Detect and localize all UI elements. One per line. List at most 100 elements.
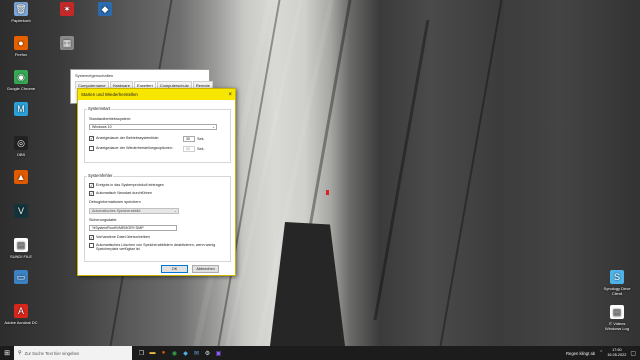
clock-date: 15.05.2022 [607, 353, 627, 357]
default-os-label: Standardbetriebssystem: [89, 117, 131, 121]
climber [326, 190, 329, 195]
pinned-apps: ❐ ▬ ● ◉ ◆ ✉ ⚙ ▣ [136, 346, 224, 360]
default-os-select[interactable]: Windows 10 ⌄ [89, 124, 217, 130]
desktop-shortcut[interactable]: ◉ Google Chrome [4, 70, 38, 91]
shortcut-label: Synology Drive Client [603, 286, 631, 296]
cancel-button[interactable]: Abbrechen [192, 265, 219, 273]
desktop-shortcut[interactable]: ▤ IT Videos Windows Log [600, 305, 634, 331]
app-window-icon: ▭ [14, 270, 28, 284]
chevron-down-icon: ⌄ [173, 209, 177, 213]
dump-file-input[interactable]: %SystemRoot%\MEMORY.DMP [89, 225, 177, 231]
recycle-bin-icon: 🗑 [14, 2, 28, 16]
disable-auto-delete-label: Automatisches Löschen von Speicherabbild… [96, 243, 216, 252]
start-button[interactable]: ⊞ [0, 346, 14, 360]
clock[interactable]: 17:50 15.05.2022 [607, 348, 626, 357]
desktop-shortcut[interactable]: V [4, 204, 38, 220]
chevron-down-icon: ⌄ [211, 125, 215, 129]
desktop-shortcut[interactable]: A Adobe Acrobat DC [4, 304, 38, 325]
ok-button[interactable]: OK [161, 265, 188, 273]
default-os-value: Windows 10 [92, 125, 112, 129]
overwrite-label: Vorhandene Datei überschreiben [96, 235, 150, 239]
chrome-icon[interactable]: ◉ [169, 346, 180, 360]
synology-drive-icon: S [610, 270, 624, 284]
show-os-list-seconds[interactable]: 30 [183, 136, 195, 142]
debug-select[interactable]: Automatisches Speicherabbild ⌄ [89, 208, 179, 214]
checkbox-box[interactable] [89, 243, 94, 248]
auto-restart-label: Automatisch Neustart durchführen [96, 191, 152, 195]
close-icon[interactable]: × [228, 92, 232, 98]
dialog-titlebar: Starten und Wiederherstellen × [78, 89, 235, 100]
desktop-shortcut[interactable]: M [4, 102, 38, 118]
task-view-icon[interactable]: ❐ [136, 346, 147, 360]
acrobat-icon: A [14, 304, 28, 318]
app-gray-icon: ▦ [60, 36, 74, 50]
sec-label: Sek. [197, 147, 205, 151]
obs-icon: ◎ [14, 136, 28, 150]
text-file-icon: ▤ [610, 305, 624, 319]
write-event-checkbox[interactable]: ✓ Ereignis in das Systemprotokoll eintra… [89, 183, 164, 188]
desktop-shortcut[interactable]: ◆ [88, 2, 122, 18]
write-event-label: Ereignis in das Systemprotokoll eintrage… [96, 183, 164, 187]
dump-file-label: Sicherungsdatei: [89, 218, 118, 222]
capture-icon: ◆ [98, 2, 112, 16]
system-tray: Regen klingt ab ⌃ 17:50 15.05.2022 ▢ [566, 346, 636, 360]
checkbox-box[interactable]: ✓ [89, 191, 94, 196]
shortcut-label: Firefox [14, 52, 28, 57]
app-active-icon[interactable]: ▣ [213, 346, 224, 360]
desktop-shortcut[interactable]: S Synology Drive Client [600, 270, 634, 296]
checkbox-box[interactable]: ✓ [89, 136, 94, 141]
chrome-icon: ◉ [14, 70, 28, 84]
auto-restart-checkbox[interactable]: ✓ Automatisch Neustart durchführen [89, 191, 152, 196]
window-title: Systemeigenschaften [75, 73, 114, 78]
desktop-shortcut[interactable]: ▲ [4, 170, 38, 186]
app-star-icon: ✶ [60, 2, 74, 16]
dialog-body: Systemstart Standardbetriebssystem: Wind… [78, 100, 235, 277]
desktop-shortcut[interactable]: ▦ [50, 36, 84, 52]
checkbox-box[interactable] [89, 146, 94, 151]
app-orange-icon: ▲ [14, 170, 28, 184]
show-os-list-checkbox[interactable]: ✓ Anzeigedauer der Betriebssystemliste: [89, 136, 159, 141]
show-recovery-seconds[interactable]: 30 [183, 146, 195, 152]
mail-icon[interactable]: ✉ [191, 346, 202, 360]
debug-label: Debuginformationen speichern [89, 200, 141, 204]
debug-value: Automatisches Speicherabbild [92, 209, 141, 213]
app-icon[interactable]: ◆ [180, 346, 191, 360]
desktop-shortcut[interactable]: ◎ OBS [4, 136, 38, 157]
desktop-shortcut[interactable]: 🗑 Papierkorb [4, 2, 38, 23]
desktop-shortcut[interactable]: ▤ SUNDI FILE [4, 238, 38, 259]
search-placeholder: Zur Suche Text hier eingeben [24, 350, 80, 356]
notification-icon[interactable]: ▢ [630, 350, 636, 357]
systemfehler-label: Systemfehler [87, 173, 114, 178]
weather-status[interactable]: Regen klingt ab [566, 351, 595, 356]
shortcut-label: OBS [16, 152, 26, 157]
desktop-shortcut[interactable]: ▭ [4, 270, 38, 286]
shortcut-label: Google Chrome [6, 86, 36, 91]
tray-arrow-icon[interactable]: ⌃ [599, 350, 603, 356]
firefox-icon: ● [14, 36, 28, 50]
startup-recovery-dialog: Starten und Wiederherstellen × Systemsta… [77, 88, 236, 276]
search-icon: ⚲ [18, 350, 22, 356]
document-icon: ▤ [14, 238, 28, 252]
desktop-shortcut[interactable]: ✶ [50, 2, 84, 18]
checkbox-box[interactable]: ✓ [89, 235, 94, 240]
systemstart-group: Systemstart Standardbetriebssystem: Wind… [84, 106, 231, 163]
shortcut-label: Adobe Acrobat DC [4, 320, 38, 325]
sec-label: Sek. [197, 137, 205, 141]
firefox-icon[interactable]: ● [158, 346, 169, 360]
shortcut-label: IT Videos Windows Log [604, 321, 629, 331]
show-os-list-label: Anzeigedauer der Betriebssystemliste: [96, 136, 159, 140]
show-recovery-checkbox[interactable]: Anzeigedauer der Wiederherstellungsoptio… [89, 146, 173, 151]
shortcut-label: SUNDI FILE [9, 254, 32, 259]
shortcut-label: Papierkorb [11, 18, 31, 23]
systemstart-label: Systemstart [87, 106, 112, 111]
search-box[interactable]: ⚲ Zur Suche Text hier eingeben [14, 346, 132, 360]
explorer-icon[interactable]: ▬ [147, 346, 158, 360]
checkbox-box[interactable]: ✓ [89, 183, 94, 188]
app-m-icon: M [14, 102, 28, 116]
overwrite-checkbox[interactable]: ✓ Vorhandene Datei überschreiben [89, 235, 150, 240]
dialog-title: Starten und Wiederherstellen [81, 92, 138, 97]
show-recovery-label: Anzeigedauer der Wiederherstellungsoptio… [96, 146, 173, 150]
desktop-shortcut[interactable]: ● Firefox [4, 36, 38, 57]
disable-auto-delete-checkbox[interactable]: Automatisches Löschen von Speicherabbild… [89, 243, 217, 252]
settings-icon[interactable]: ⚙ [202, 346, 213, 360]
